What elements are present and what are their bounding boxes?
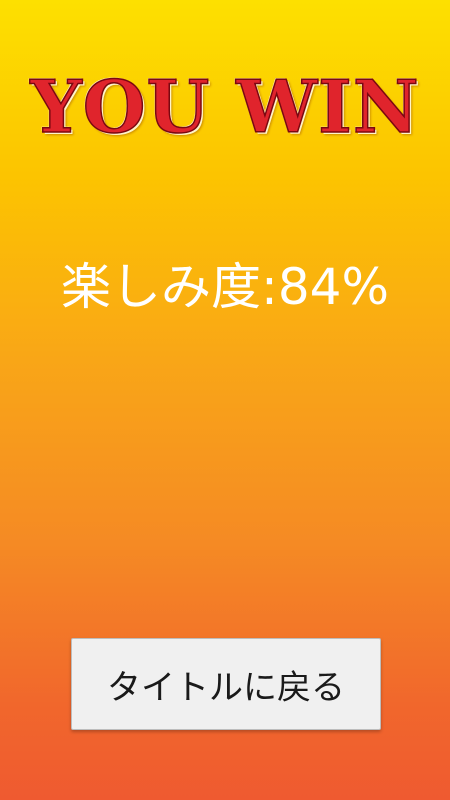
back-to-title-button[interactable]: タイトルに戻る <box>71 638 381 730</box>
fun-score-row: 楽しみ度:84% <box>0 252 450 322</box>
back-to-title-label: タイトルに戻る <box>107 667 345 708</box>
fun-score-label: 楽しみ度 <box>61 258 261 316</box>
fun-score-value: 84% <box>277 258 389 316</box>
result-title: YOU WIN <box>30 63 420 150</box>
result-screen: YOU WIN 楽しみ度:84% タイトルに戻る <box>0 0 450 800</box>
fun-score-separator: : <box>261 258 278 316</box>
